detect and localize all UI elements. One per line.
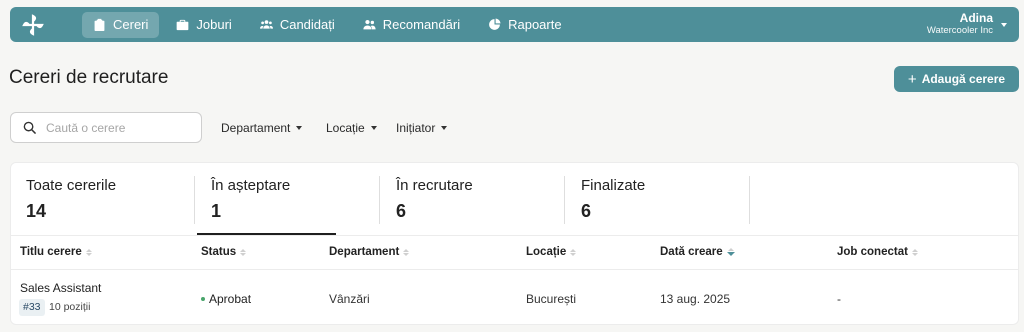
- stat-label: Finalizate: [581, 177, 646, 194]
- sort-desc-icon: [726, 248, 735, 256]
- page-title: Cereri de recrutare: [9, 67, 169, 88]
- user-group-icon: [363, 19, 376, 30]
- column-header-label: Departament: [329, 246, 400, 258]
- status-label: Aprobat: [209, 292, 252, 306]
- filter-label: Locație: [326, 121, 365, 135]
- stat-label: Toate cererile: [26, 177, 117, 194]
- requests-card: Toate cererile 14 În așteptare 1 În recr…: [10, 162, 1019, 325]
- request-title[interactable]: Sales Assistant: [20, 281, 101, 295]
- stat-tab-finalized[interactable]: Finalizate 6: [581, 177, 645, 225]
- caret-down-icon: [296, 126, 303, 130]
- stat-count: 6: [581, 201, 592, 221]
- add-request-label: Adaugă cerere: [921, 72, 1006, 86]
- user-menu[interactable]: Adina Watercooler Inc: [927, 12, 1007, 37]
- briefcase-icon: [177, 19, 189, 31]
- clipboard-icon: [94, 18, 105, 31]
- column-header-status[interactable]: Status: [201, 246, 247, 258]
- divider: [11, 269, 1018, 270]
- chevron-down-icon: [1001, 22, 1007, 27]
- stat-count: 1: [211, 201, 222, 221]
- column-header-label: Locație: [526, 246, 567, 258]
- column-header-department[interactable]: Departament: [329, 246, 410, 258]
- column-header-label: Dată creare: [660, 246, 723, 258]
- created-date-cell: 13 aug. 2025: [660, 292, 731, 306]
- status-badge: Aprobat: [201, 292, 251, 306]
- request-id-badge: #33: [19, 299, 45, 316]
- stat-divider: [749, 176, 750, 224]
- location-cell: București: [526, 292, 577, 306]
- stat-count: 14: [26, 201, 47, 221]
- nav-item-recomandari[interactable]: Recomandări: [352, 12, 471, 38]
- user-info: Adina Watercooler Inc: [927, 12, 993, 37]
- nav-item-candidati[interactable]: Candidați: [249, 12, 346, 38]
- filter-label: Inițiator: [396, 121, 436, 135]
- users-icon: [259, 20, 273, 29]
- caret-down-icon: [370, 126, 377, 130]
- sort-icon: [911, 248, 918, 256]
- linked-job-cell: -: [837, 292, 841, 306]
- filter-department[interactable]: Departament: [221, 121, 303, 135]
- stat-tab-all[interactable]: Toate cererile 14: [26, 177, 116, 225]
- user-name: Adina: [959, 11, 993, 25]
- search-box: [10, 112, 202, 143]
- sort-icon: [403, 248, 410, 256]
- filter-label: Departament: [221, 121, 291, 135]
- positions-count: 10 poziții: [49, 301, 91, 313]
- search-input[interactable]: [46, 120, 186, 135]
- stat-divider: [379, 176, 380, 224]
- nav-item-rapoarte[interactable]: Rapoarte: [477, 12, 572, 38]
- column-header-label: Titlu cerere: [20, 246, 82, 258]
- stat-count: 6: [396, 201, 407, 221]
- company-name: Watercooler Inc: [926, 25, 993, 36]
- nav-item-label: Recomandări: [382, 17, 461, 32]
- divider: [11, 235, 1018, 236]
- status-dot-icon: [201, 297, 205, 301]
- department-cell: Vânzări: [329, 292, 370, 306]
- sort-icon: [85, 248, 92, 256]
- top-navigation-bar: Cereri Joburi Candidați Recomandări Rapo…: [10, 7, 1019, 42]
- nav-item-cereri[interactable]: Cereri: [82, 11, 160, 38]
- nav-item-label: Joburi: [196, 17, 232, 32]
- stat-tab-pending[interactable]: În așteptare 1: [211, 177, 290, 225]
- plus-icon: +: [907, 70, 917, 88]
- sort-icon: [570, 248, 577, 256]
- search-icon: [23, 121, 36, 134]
- pie-chart-icon: [489, 18, 501, 30]
- stat-tab-recruiting[interactable]: În recrutare 6: [396, 177, 473, 225]
- main-nav: Cereri Joburi Candidați Recomandări Rapo…: [82, 7, 579, 42]
- sort-icon: [240, 248, 247, 256]
- nav-item-joburi[interactable]: Joburi: [165, 12, 242, 38]
- app-logo-icon[interactable]: [20, 12, 46, 38]
- stat-divider: [564, 176, 565, 224]
- nav-item-label: Cereri: [113, 17, 149, 32]
- add-request-button[interactable]: + Adaugă cerere: [894, 66, 1019, 92]
- stat-divider: [194, 176, 195, 224]
- column-header-location[interactable]: Locație: [526, 246, 577, 258]
- column-header-job[interactable]: Job conectat: [837, 246, 918, 258]
- filter-initiator[interactable]: Inițiator: [396, 121, 448, 135]
- caret-down-icon: [441, 126, 448, 130]
- stat-label: În recrutare: [396, 177, 473, 194]
- column-header-created[interactable]: Dată creare: [660, 246, 735, 258]
- nav-item-label: Candidați: [279, 17, 335, 32]
- column-header-label: Job conectat: [837, 246, 908, 258]
- stat-label: În așteptare: [211, 177, 291, 194]
- filter-location[interactable]: Locație: [326, 121, 377, 135]
- column-header-title[interactable]: Titlu cerere: [20, 246, 92, 258]
- column-header-label: Status: [201, 246, 237, 258]
- nav-item-label: Rapoarte: [508, 17, 562, 32]
